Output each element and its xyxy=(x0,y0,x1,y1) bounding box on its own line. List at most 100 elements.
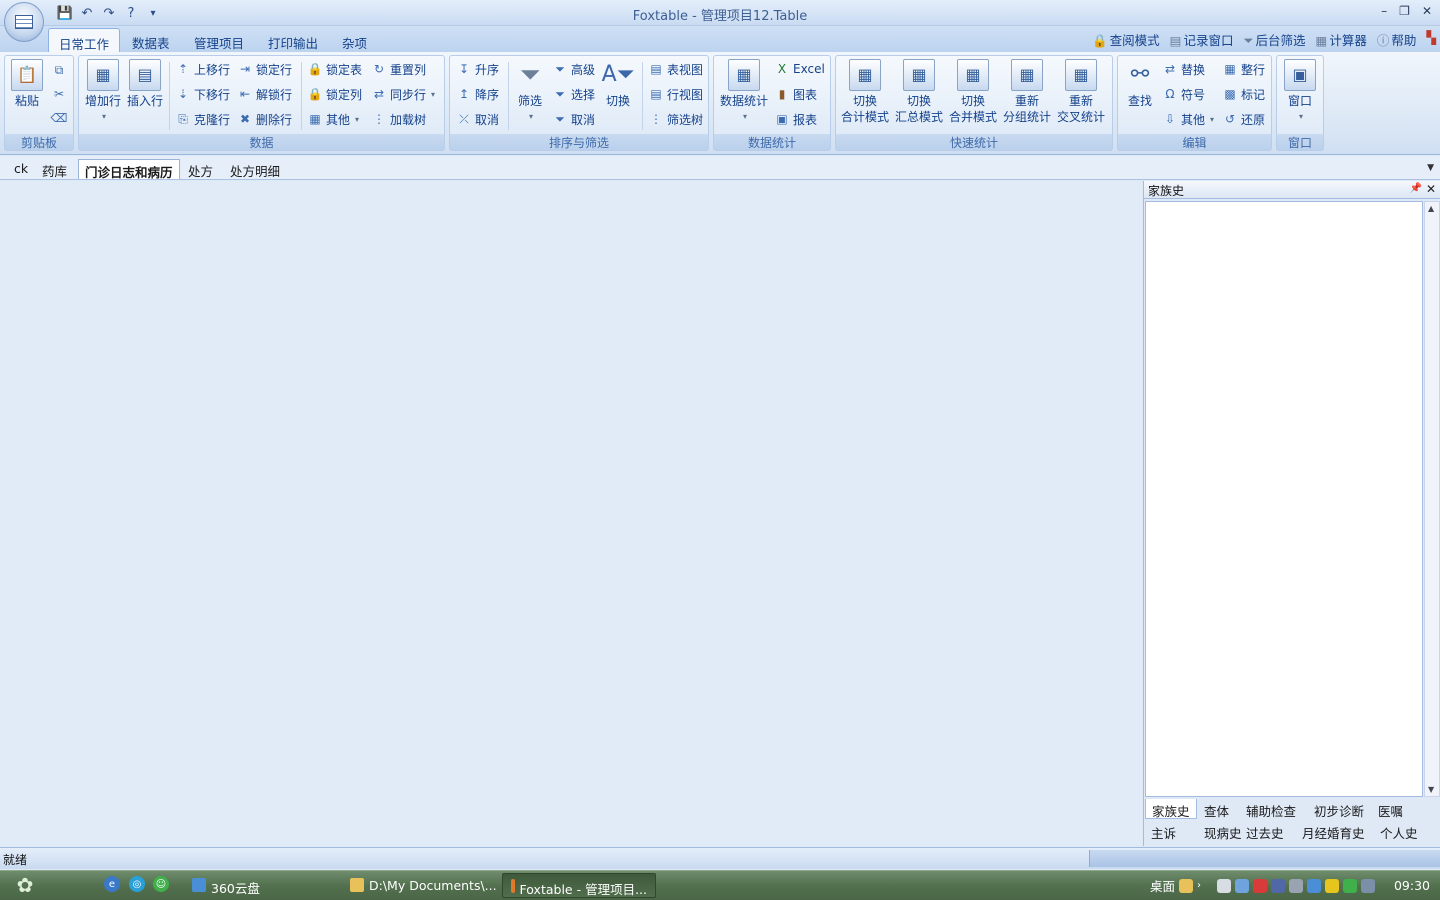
doc-tab-prescription-detail[interactable]: 处方明细 xyxy=(224,159,286,179)
report-button[interactable]: ▣ 报表 xyxy=(774,109,817,129)
chart-button[interactable]: ▮ 图表 xyxy=(774,84,817,104)
toggle-summary-mode-button[interactable]: ▦ 切换 汇总模式 xyxy=(894,59,944,125)
start-button[interactable]: ✿ xyxy=(8,872,42,898)
save-icon[interactable]: 💾 xyxy=(56,4,74,22)
copy-button[interactable]: ⧉ xyxy=(51,60,67,80)
browser-icon[interactable]: ◎ xyxy=(129,876,145,892)
panel-text-area[interactable] xyxy=(1145,201,1423,797)
pin-icon[interactable]: 📌 xyxy=(1410,183,1422,194)
tab-list-dropdown-icon[interactable]: ▼ xyxy=(1427,163,1434,173)
doc-tab-pharmacy[interactable]: 药库 xyxy=(36,159,73,179)
other-data-button[interactable]: ▦ 其他 ▾ xyxy=(307,109,359,129)
excel-button[interactable]: X Excel xyxy=(774,59,825,79)
close-icon[interactable]: ✕ xyxy=(1426,182,1436,196)
cancel-filter-button[interactable]: ⏷ 取消 xyxy=(552,109,595,129)
add-row-button[interactable]: ▦ 增加行 ▾ xyxy=(83,59,123,125)
vertical-scrollbar[interactable]: ▲ ▼ xyxy=(1424,201,1440,797)
find-button[interactable]: ⚯ 查找 xyxy=(1122,59,1158,109)
undo-icon[interactable]: ↶ xyxy=(78,4,96,22)
symbol-button[interactable]: Ω 符号 xyxy=(1162,84,1205,104)
panel-tab-preliminary-diagnosis[interactable]: 初步诊断 xyxy=(1308,799,1370,819)
data-statistics-button[interactable]: ▦ 数据统计 ▾ xyxy=(718,59,770,125)
toggle-filter-button[interactable]: A⏷ 切换 xyxy=(600,59,636,109)
tab-daily-work[interactable]: 日常工作 xyxy=(48,28,121,52)
background-filter-button[interactable]: ⏷ 后台筛选 xyxy=(1243,30,1305,49)
ie-icon[interactable]: e xyxy=(104,876,120,892)
lock-row-button[interactable]: ⇥ 锁定行 xyxy=(237,59,292,79)
desktop-toolbar-label[interactable]: 桌面 xyxy=(1150,876,1175,895)
color-grid-icon[interactable]: ▚ xyxy=(1426,30,1436,49)
shield-icon[interactable] xyxy=(1343,878,1358,893)
delete-row-button[interactable]: ✖ 删除行 xyxy=(237,109,292,129)
panel-tab-auxiliary-exam[interactable]: 辅助检查 xyxy=(1240,799,1302,819)
main-work-area[interactable] xyxy=(0,181,1142,846)
advanced-filter-button[interactable]: ⏷ 高级 xyxy=(552,59,595,79)
insert-row-button[interactable]: ▤ 插入行 xyxy=(125,59,165,109)
sort-descending-button[interactable]: ↥ 降序 xyxy=(456,84,499,104)
keyboard-icon[interactable] xyxy=(1217,878,1232,893)
select-filter-button[interactable]: ⏷ 选择 xyxy=(552,84,595,104)
cross-statistics-button[interactable]: ▦ 重新 交叉统计 xyxy=(1056,59,1106,125)
tool-icon[interactable] xyxy=(1289,878,1304,893)
view-mode-button[interactable]: 🔒 查阅模式 xyxy=(1092,30,1160,49)
format-painter-button[interactable]: ⌫ xyxy=(51,108,68,128)
taskbar-item-foxtable[interactable]: Foxtable - 管理项目... xyxy=(502,873,656,898)
scroll-up-icon[interactable]: ▲ xyxy=(1428,204,1434,213)
doc-tab-ck[interactable]: ck xyxy=(8,159,34,179)
lock-column-button[interactable]: 🔒 锁定列 xyxy=(307,84,363,104)
clone-row-button[interactable]: ⎘ 克隆行 xyxy=(175,109,230,129)
cloud-icon[interactable] xyxy=(1307,878,1322,893)
panel-tab-menstrual-history[interactable]: 月经婚育史 xyxy=(1296,821,1371,841)
plus-icon[interactable] xyxy=(1325,878,1340,893)
application-menu-button[interactable] xyxy=(4,2,44,42)
unlock-row-button[interactable]: ⇤ 解锁行 xyxy=(237,84,292,104)
cut-button[interactable]: ✂ xyxy=(51,84,67,104)
redo-icon[interactable]: ↷ xyxy=(100,4,118,22)
regroup-statistics-button[interactable]: ▦ 重新 分组统计 xyxy=(1002,59,1052,125)
table-view-button[interactable]: ▤ 表视图 xyxy=(648,59,703,79)
taskbar-item-explorer[interactable]: D:\My Documents\... xyxy=(342,873,505,898)
cancel-sort-button[interactable]: ⤫ 取消 xyxy=(456,109,499,129)
chat-icon[interactable]: ☺ xyxy=(153,876,169,892)
tab-misc[interactable]: 杂项 xyxy=(332,28,377,52)
filter-button[interactable]: ⏷ 筛选 ▾ xyxy=(512,59,548,125)
toggle-merge-mode-button[interactable]: ▦ 切换 合并模式 xyxy=(948,59,998,125)
calculator-button[interactable]: ▦ 计算器 xyxy=(1316,30,1367,49)
sync-row-button[interactable]: ⇄ 同步行 ▾ xyxy=(371,84,435,104)
lock-table-button[interactable]: 🔒 锁定表 xyxy=(307,59,363,79)
whole-row-button[interactable]: ▦ 整行 xyxy=(1222,59,1265,79)
chevron-right-icon[interactable]: › xyxy=(1197,880,1201,891)
paste-button[interactable]: 📋 粘贴 xyxy=(9,59,45,109)
restore-button[interactable]: ❐ xyxy=(1399,4,1410,18)
message-icon[interactable] xyxy=(1235,878,1250,893)
folder-icon[interactable] xyxy=(1179,878,1194,893)
taskbar-item-360-cloud[interactable]: 360云盘 xyxy=(184,873,268,898)
replace-button[interactable]: ⇄ 替换 xyxy=(1162,59,1205,79)
panel-tab-chief-complaint[interactable]: 主诉 xyxy=(1145,821,1182,841)
panel-tab-physical-exam[interactable]: 查体 xyxy=(1198,799,1235,819)
scroll-down-icon[interactable]: ▼ xyxy=(1428,785,1434,794)
window-button[interactable]: ▣ 窗口 ▾ xyxy=(1282,59,1318,125)
panel-tab-orders[interactable]: 医嘱 xyxy=(1372,799,1409,819)
doc-tab-prescription[interactable]: 处方 xyxy=(182,159,219,179)
panel-tab-past-history[interactable]: 过去史 xyxy=(1240,821,1290,841)
sort-ascending-button[interactable]: ↧ 升序 xyxy=(456,59,499,79)
reset-column-button[interactable]: ↻ 重置列 xyxy=(371,59,426,79)
panel-tab-personal-history[interactable]: 个人史 xyxy=(1374,821,1424,841)
record-window-button[interactable]: ▤ 记录窗口 xyxy=(1170,30,1234,49)
antivirus-icon[interactable] xyxy=(1253,878,1268,893)
close-button[interactable]: ✕ xyxy=(1422,4,1432,18)
panel-tab-family-history[interactable]: 家族史 xyxy=(1145,799,1197,819)
move-up-button[interactable]: ⇡ 上移行 xyxy=(175,59,230,79)
help-icon[interactable]: ? xyxy=(122,4,140,22)
tab-manage-project[interactable]: 管理项目 xyxy=(184,28,254,52)
load-tree-button[interactable]: ⋮ 加载树 xyxy=(371,109,426,129)
help-button[interactable]: ⓘ 帮助 xyxy=(1377,30,1417,49)
volume-icon[interactable] xyxy=(1361,878,1376,893)
move-down-button[interactable]: ⇣ 下移行 xyxy=(175,84,230,104)
other-edit-button[interactable]: ⇩ 其他 ▾ xyxy=(1162,109,1214,129)
restore-button[interactable]: ↺ 还原 xyxy=(1222,109,1265,129)
tab-print-output[interactable]: 打印输出 xyxy=(258,28,328,52)
row-view-button[interactable]: ▤ 行视图 xyxy=(648,84,703,104)
customize-qat-icon[interactable]: ▾ xyxy=(144,4,162,22)
